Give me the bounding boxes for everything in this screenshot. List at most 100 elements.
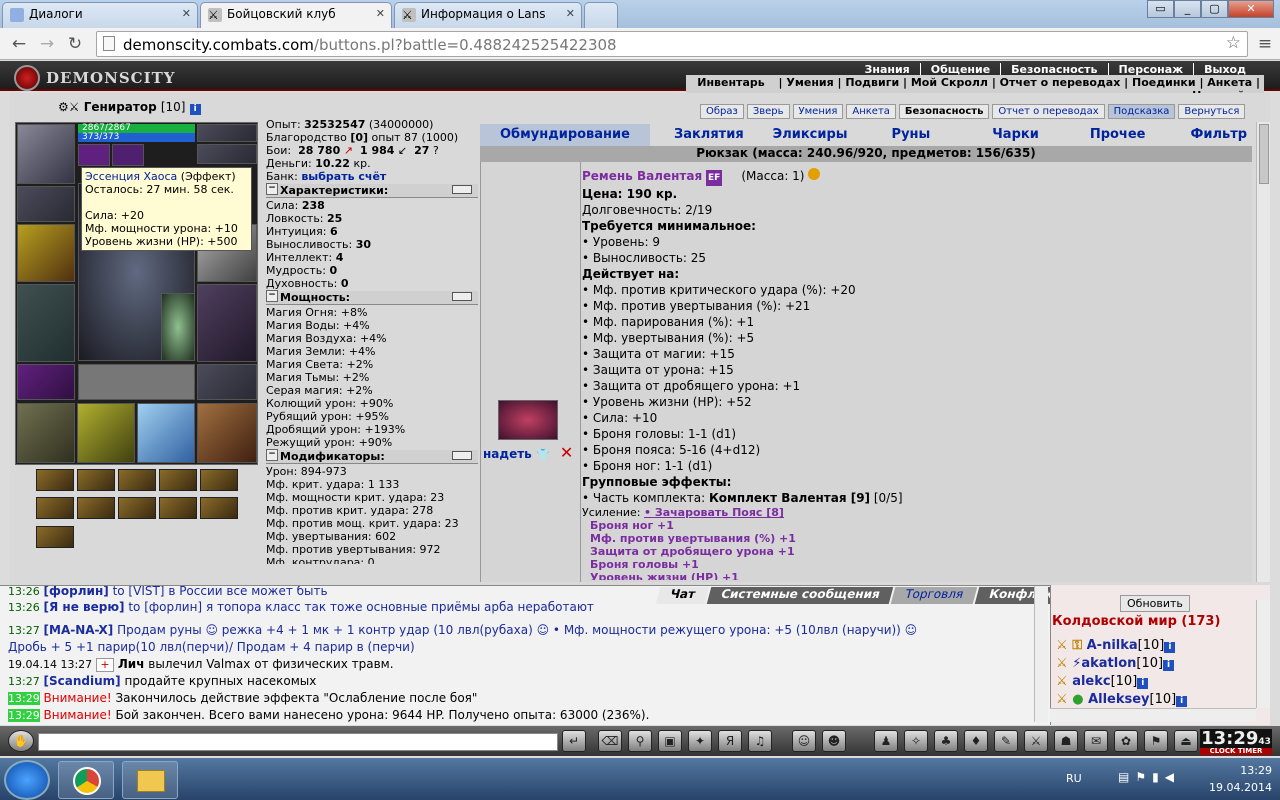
minimize-button[interactable]: _	[1174, 0, 1201, 18]
action-icon[interactable]: ♦	[964, 730, 988, 752]
rune-slots[interactable]	[78, 364, 195, 400]
quick-slot[interactable]	[36, 526, 74, 548]
back-icon[interactable]: ←	[6, 32, 32, 56]
tab-elixirs[interactable]: Эликсиры	[773, 124, 848, 146]
maximize-button[interactable]: ▢	[1201, 0, 1228, 18]
filter-icon[interactable]: ⚲	[628, 730, 652, 752]
info-icon[interactable]: i	[1176, 696, 1188, 707]
send-icon[interactable]: ↵	[562, 730, 586, 752]
tab-equipment[interactable]: Обмундирование	[480, 124, 650, 146]
action-icon[interactable]: ✧	[904, 730, 928, 752]
language-indicator[interactable]: RU	[1066, 772, 1082, 785]
bag-slot[interactable]	[17, 403, 75, 463]
tab-charms[interactable]: Чарки	[992, 124, 1039, 146]
tray-icons[interactable]: ▤⚑▮◀	[1118, 770, 1180, 784]
reload-icon[interactable]: ↻	[62, 32, 88, 56]
menu-fights[interactable]: Поединки	[1132, 76, 1196, 89]
transfer-report-button[interactable]: Отчет о переводах	[992, 104, 1105, 119]
belt-item-image[interactable]	[498, 400, 558, 440]
star-icon[interactable]: ☆	[1226, 33, 1241, 53]
close-tab-icon[interactable]: ✕	[566, 7, 575, 20]
quick-slot[interactable]	[118, 497, 156, 519]
cloak-slot[interactable]	[197, 403, 257, 463]
tab-system-messages[interactable]: Системные сообщения	[706, 587, 894, 604]
chat-input[interactable]	[38, 733, 558, 751]
hint-button[interactable]: Подсказка	[1107, 104, 1176, 119]
save-icon[interactable]: ▣	[658, 730, 682, 752]
mask-icon[interactable]: ☻	[822, 730, 846, 752]
start-button[interactable]	[4, 760, 50, 800]
select-account-link[interactable]: выбрать счёт	[301, 170, 386, 183]
tab-fight-club[interactable]: ⚔ Бойцовский клуб ✕	[200, 2, 392, 29]
belt-slot[interactable]	[17, 364, 75, 400]
scroll-thumb[interactable]	[1259, 124, 1269, 184]
smiley-icon[interactable]: ☺	[792, 730, 816, 752]
fight-icon[interactable]: ✦	[688, 730, 712, 752]
user-icon[interactable]: ▭	[1147, 0, 1174, 18]
new-tab-button[interactable]	[584, 2, 618, 28]
info-icon[interactable]: i	[1163, 660, 1175, 671]
quick-slot[interactable]	[77, 497, 115, 519]
delete-icon[interactable]: ✕	[560, 443, 573, 462]
forward-icon[interactable]: →	[34, 32, 60, 56]
pants-slot[interactable]	[197, 284, 257, 362]
chrome-taskbar-icon[interactable]	[58, 761, 114, 799]
enchant-link[interactable]: • Зачаровать Пояс [8]	[644, 506, 784, 519]
tab-other[interactable]: Прочее	[1090, 124, 1146, 146]
quick-slot[interactable]	[200, 469, 238, 491]
helmet-slot[interactable]	[17, 124, 75, 184]
refresh-button[interactable]: Обновить	[1120, 595, 1190, 612]
tab-chat[interactable]: Чат	[655, 587, 710, 604]
tab-runes[interactable]: Руны	[892, 124, 931, 146]
action-icon[interactable]: ♟	[874, 730, 898, 752]
tab-dialogs[interactable]: Диалоги ✕	[2, 2, 198, 28]
action-icon[interactable]: ✿	[1114, 730, 1138, 752]
beast-button[interactable]: Зверь	[746, 104, 790, 119]
quick-slot[interactable]	[36, 469, 74, 491]
eraser-icon[interactable]: ⌫	[598, 730, 622, 752]
quick-slot[interactable]	[159, 497, 197, 519]
online-hscrollbar[interactable]	[1050, 708, 1256, 722]
online-user[interactable]: ⚔ alekc[10] i	[1056, 674, 1149, 689]
menu-my-scroll[interactable]: Мой Скролл	[911, 76, 988, 89]
tab-info[interactable]: ⚔ Информация о Lans ✕	[394, 2, 582, 28]
info-icon[interactable]: i	[1137, 678, 1149, 689]
online-user[interactable]: ⚔ ⚿ A-nilka[10] i	[1056, 638, 1176, 653]
action-icon[interactable]: ☗	[1054, 730, 1078, 752]
menu-transfer-report[interactable]: Отчет о переводах	[1000, 76, 1121, 89]
system-clock[interactable]: 13:29 19.04.2014	[1209, 764, 1272, 794]
gloves-slot[interactable]	[77, 403, 135, 463]
collapse-controls-icon[interactable]	[452, 292, 472, 301]
hand-icon[interactable]: ✋	[8, 730, 34, 752]
menu-inventory[interactable]: Инвентарь	[687, 76, 774, 89]
action-icon[interactable]: ⚔	[1024, 730, 1048, 752]
action-icon[interactable]: ✎	[994, 730, 1018, 752]
online-user[interactable]: ⚔ ● Alleksey[10] i	[1056, 692, 1188, 707]
online-scrollbar[interactable]	[1256, 600, 1270, 708]
crystal-slot[interactable]	[137, 403, 195, 463]
section-modifiers[interactable]: Модификаторы:	[266, 449, 478, 464]
return-button[interactable]: Вернуться	[1178, 104, 1246, 119]
effect-slot[interactable]	[78, 144, 110, 166]
tab-spells[interactable]: Заклятия	[674, 124, 744, 146]
profile-button[interactable]: Анкета	[846, 104, 896, 119]
security-button[interactable]: Безопасность	[898, 104, 990, 119]
info-icon[interactable]: i	[1164, 642, 1176, 653]
earring-slot[interactable]	[197, 124, 257, 142]
inventory-scrollbar[interactable]	[1256, 122, 1270, 582]
tab-filter[interactable]: Фильтр	[1191, 124, 1248, 146]
action-icon[interactable]: ⚑	[1144, 730, 1168, 752]
quick-slot[interactable]	[36, 497, 74, 519]
collapse-controls-icon[interactable]	[452, 451, 472, 460]
quick-slot[interactable]	[118, 469, 156, 491]
chat-scrollbar[interactable]	[1034, 586, 1048, 722]
effect-slot[interactable]	[112, 144, 144, 166]
necklace-slot[interactable]	[197, 144, 257, 164]
exit-icon[interactable]: ⏏	[1174, 730, 1198, 752]
action-icon[interactable]: ♣	[934, 730, 958, 752]
collapse-controls-icon[interactable]	[452, 185, 472, 194]
menu-profile[interactable]: Анкета	[1207, 76, 1252, 89]
online-user[interactable]: ⚔ ⚡akatlon[10] i	[1056, 656, 1175, 671]
close-window-button[interactable]: ✕	[1228, 0, 1274, 18]
quick-slot[interactable]	[200, 497, 238, 519]
